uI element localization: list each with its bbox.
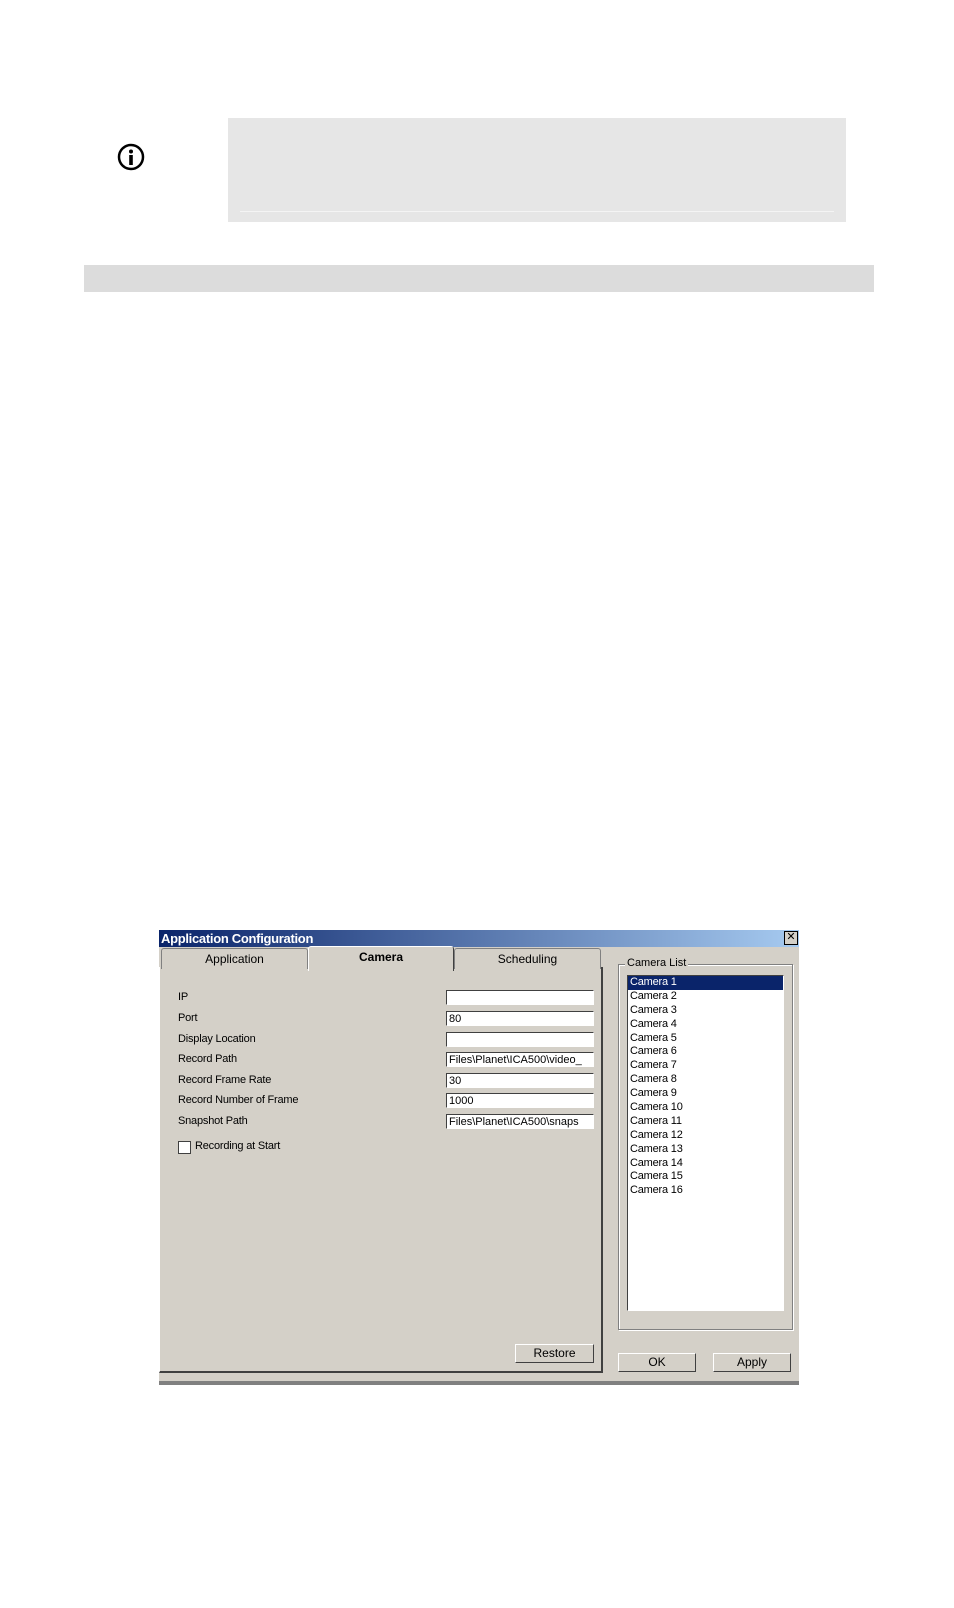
list-item[interactable]: Camera 16 [628,1184,783,1198]
display-location-label: Display Location [178,1033,256,1045]
list-item[interactable]: Camera 8 [628,1073,783,1087]
list-item[interactable]: Camera 12 [628,1129,783,1143]
section-header-bar [84,265,874,292]
record-number-of-frame-label: Record Number of Frame [178,1094,299,1106]
restore-button[interactable]: Restore [515,1344,594,1363]
ip-label: IP [178,991,188,1003]
info-icon [117,143,145,171]
record-number-of-frame-input[interactable]: 1000 [446,1093,594,1108]
list-item[interactable]: Camera 13 [628,1143,783,1157]
list-item[interactable]: Camera 4 [628,1018,783,1032]
close-button[interactable]: ✕ [784,931,798,945]
list-item[interactable]: Camera 9 [628,1087,783,1101]
list-item[interactable]: Camera 3 [628,1004,783,1018]
record-path-label: Record Path [178,1053,237,1065]
list-item[interactable]: Camera 1 [628,976,783,990]
camera-listbox[interactable]: Camera 1 Camera 2 Camera 3 Camera 4 Came… [627,975,784,1311]
tab-scheduling[interactable]: Scheduling [454,948,601,969]
record-frame-rate-label: Record Frame Rate [178,1074,272,1086]
apply-button[interactable]: Apply [713,1353,791,1372]
list-item[interactable]: Camera 15 [628,1170,783,1184]
close-icon: ✕ [786,931,796,943]
dialog-title: Application Configuration [161,931,314,946]
record-path-input[interactable]: Files\Planet\ICA500\video_ [446,1052,594,1067]
camera-list-title: Camera List [625,957,689,969]
tab-camera[interactable]: Camera [308,946,454,971]
recording-at-start-checkbox[interactable] [178,1141,191,1154]
snapshot-path-input[interactable]: Files\Planet\ICA500\snaps [446,1114,594,1129]
record-frame-rate-input[interactable]: 30 [446,1073,594,1088]
list-item[interactable]: Camera 10 [628,1101,783,1115]
port-label: Port [178,1012,198,1024]
list-item[interactable]: Camera 14 [628,1157,783,1171]
note-box [228,118,846,222]
dialog-titlebar[interactable]: Application Configuration ✕ [159,930,799,947]
camera-tab-panel: IP Port 80 Display Location Record Path … [159,967,603,1373]
status-strip [159,1381,799,1385]
list-item[interactable]: Camera 6 [628,1045,783,1059]
list-item[interactable]: Camera 7 [628,1059,783,1073]
snapshot-path-label: Snapshot Path [178,1115,248,1127]
display-location-input[interactable] [446,1032,594,1047]
camera-list-group: Camera List Camera 1 Camera 2 Camera 3 C… [618,957,793,1330]
list-item[interactable]: Camera 5 [628,1032,783,1046]
ip-input[interactable] [446,990,594,1005]
port-input[interactable]: 80 [446,1011,594,1026]
list-item[interactable]: Camera 2 [628,990,783,1004]
recording-at-start-label: Recording at Start [195,1140,281,1152]
tab-application[interactable]: Application [161,948,308,969]
note-divider [240,211,834,212]
application-configuration-dialog: Application Configuration ✕ Application … [159,930,799,1385]
ok-button[interactable]: OK [618,1353,696,1372]
list-item[interactable]: Camera 11 [628,1115,783,1129]
